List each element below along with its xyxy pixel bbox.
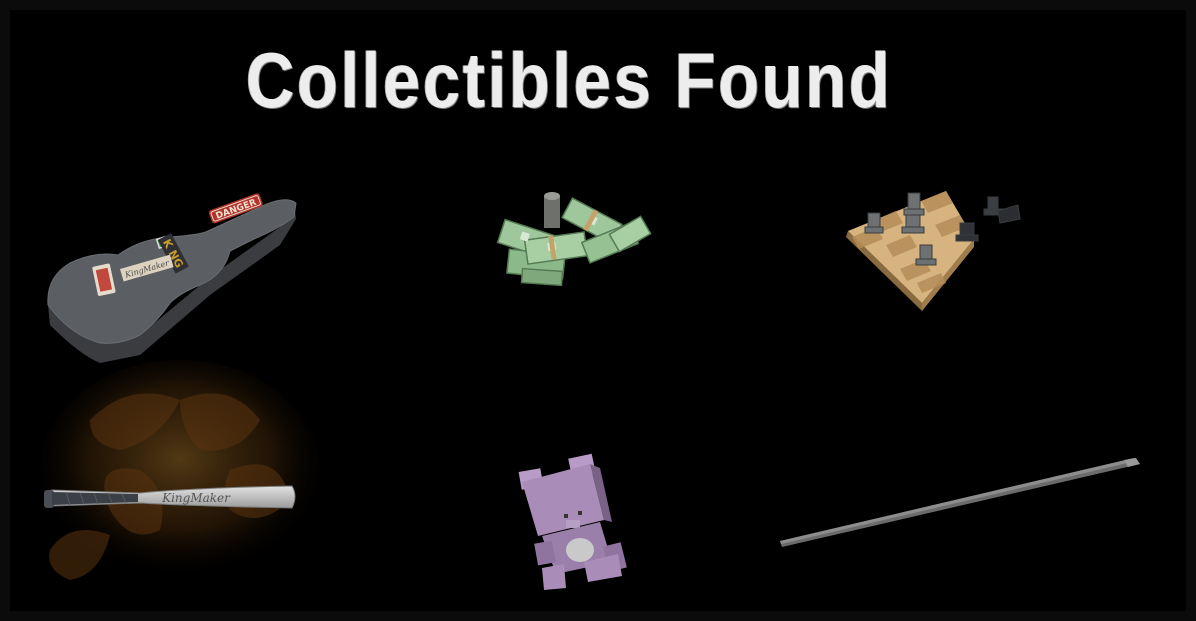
collectible-baseball-bat[interactable]: KingMaker: [30, 360, 330, 600]
pool-cue-icon: [780, 458, 1140, 547]
collectible-pool-cue[interactable]: [772, 452, 1148, 552]
baseball-bat-icon: KingMaker: [40, 360, 320, 580]
bat-kingmaker-label: KingMaker: [161, 491, 231, 505]
chess-board-icon: [846, 191, 1021, 311]
collectibles-screen: Collectibles Found DANGER K NG KingMaker…: [0, 0, 1196, 621]
collectible-teddy-bear[interactable]: [508, 450, 638, 595]
collectible-guitar-case[interactable]: DANGER K NG KingMaker: [40, 185, 305, 370]
teddy-bear-icon: [518, 453, 627, 590]
cash-pile-icon: [496, 192, 652, 287]
guitar-case-icon: DANGER K NG KingMaker: [47, 193, 297, 363]
collectible-cash-pile[interactable]: [492, 186, 657, 301]
screen-title: Collectibles Found: [246, 36, 893, 124]
collectible-chess-board[interactable]: [840, 185, 1035, 315]
